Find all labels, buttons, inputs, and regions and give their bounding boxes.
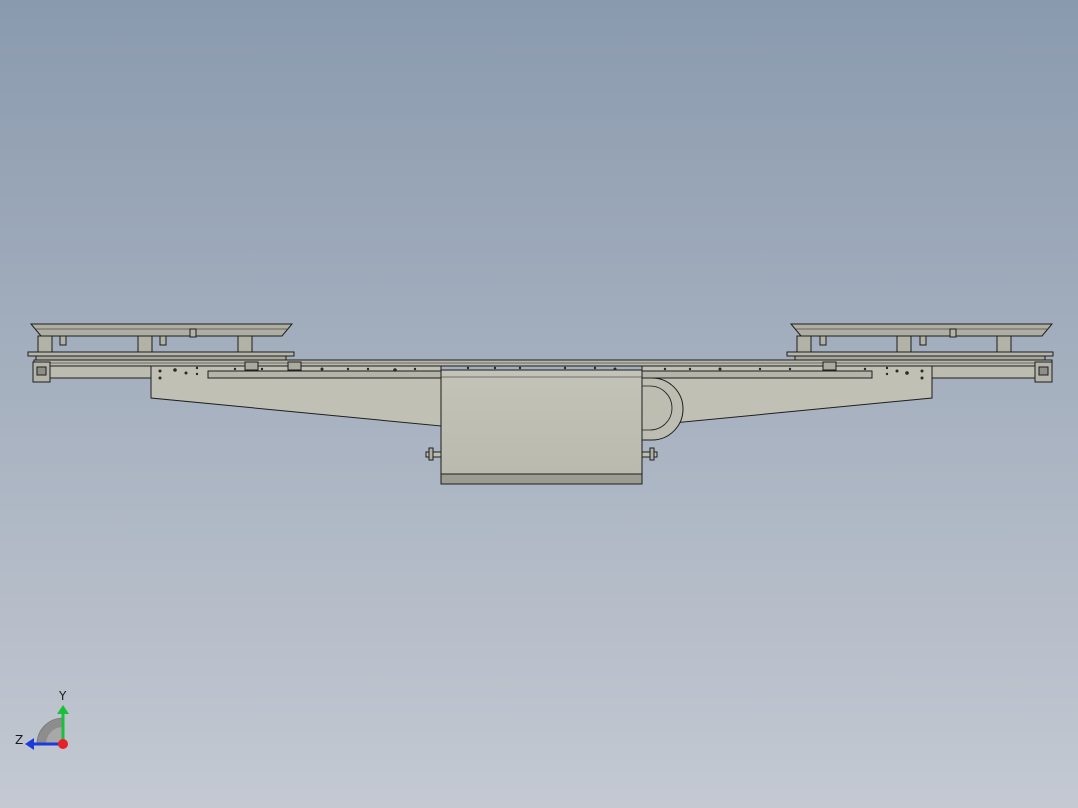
right-slider — [822, 361, 837, 371]
left-slider — [244, 361, 259, 371]
central-gearbox[interactable] — [440, 369, 643, 485]
y-axis-label: Y — [58, 689, 67, 703]
graphics-viewport[interactable]: Y Z — [0, 0, 1078, 808]
right-side-rail[interactable] — [931, 365, 1036, 379]
left-side-rail[interactable] — [49, 365, 152, 379]
z-axis-label: Z — [15, 733, 23, 747]
x-axis-dot — [58, 739, 68, 749]
